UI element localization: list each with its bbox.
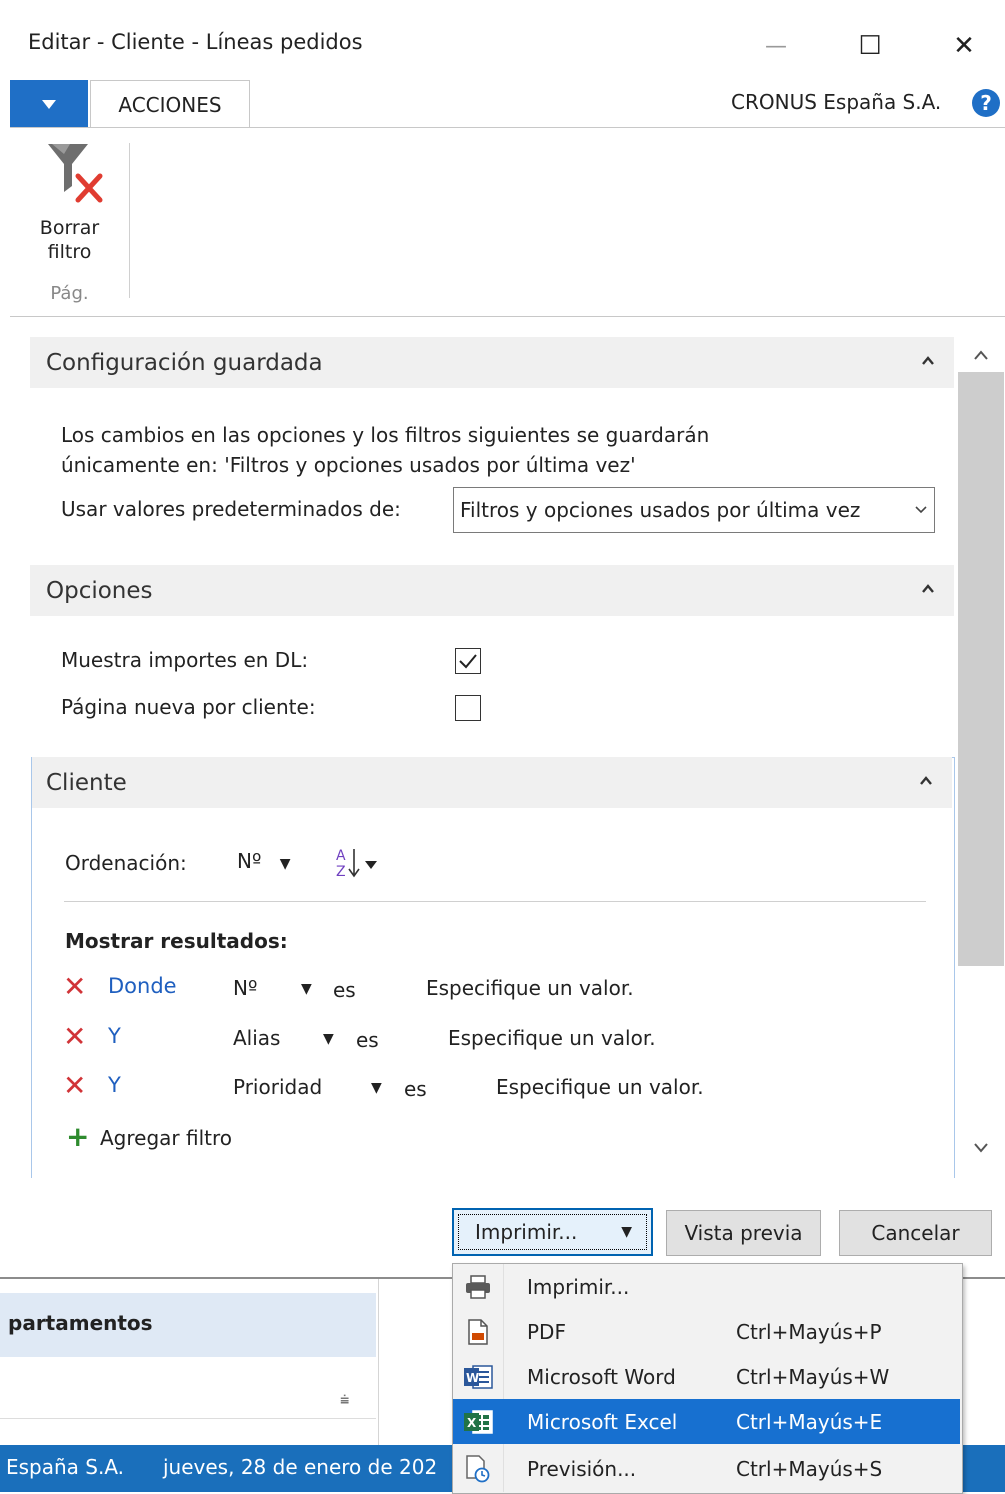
defaults-select-value: Filtros y opciones usados por última vez (460, 498, 861, 522)
filter-operator: es (404, 1077, 427, 1101)
section-saved-config[interactable]: Configuración guardada (30, 337, 954, 388)
add-icon[interactable]: + (66, 1120, 89, 1153)
show-results-label: Mostrar resultados: (65, 929, 288, 953)
preview-button[interactable]: Vista previa (666, 1210, 821, 1256)
filter-conjunction-link[interactable]: Y (108, 1073, 121, 1097)
sort-ascending-icon[interactable]: A Z (334, 845, 384, 881)
new-page-label: Página nueva por cliente: (61, 695, 316, 719)
menu-item-excel[interactable]: X Microsoft Excel Ctrl+Mayús+E (453, 1399, 960, 1444)
remove-filter-icon[interactable]: ✕ (63, 1069, 86, 1102)
caret-down-icon[interactable]: ▼ (323, 1031, 334, 1047)
section-title: Cliente (46, 769, 127, 796)
svg-text:A: A (336, 848, 346, 864)
menu-item-label: Imprimir... (527, 1274, 630, 1299)
scroll-up-icon[interactable] (971, 347, 991, 363)
company-name: CRONUS España S.A. (731, 90, 942, 114)
sort-field-select[interactable]: Nº ▼ (237, 849, 291, 873)
menu-item-shortcut: Ctrl+Mayús+S (736, 1456, 883, 1481)
remove-filter-icon[interactable]: ✕ (63, 970, 86, 1003)
collapse-icon[interactable] (918, 773, 934, 789)
svg-text:W: W (466, 1371, 479, 1385)
window-title: Editar - Cliente - Líneas pedidos (28, 30, 363, 54)
section-options[interactable]: Opciones (30, 565, 954, 616)
caret-down-icon (42, 99, 56, 109)
menu-item-label: PDF (527, 1319, 566, 1344)
svg-text:X: X (467, 1416, 477, 1430)
print-button[interactable]: Imprimir... ▼ (452, 1208, 653, 1256)
cancel-button[interactable]: Cancelar (839, 1210, 992, 1256)
filter-icon[interactable]: ⩧ (340, 1390, 349, 1410)
collapse-icon[interactable] (920, 581, 936, 597)
section-title: Configuración guardada (46, 349, 323, 376)
scrollbar-thumb[interactable] (958, 372, 1004, 966)
menu-item-print[interactable]: Imprimir... (453, 1264, 960, 1309)
help-icon[interactable]: ? (972, 89, 1000, 117)
divider (64, 901, 926, 902)
filter-field[interactable]: Nº (233, 976, 257, 1000)
filter-value-input[interactable]: Especifique un valor. (448, 1026, 656, 1050)
checkmark-icon (459, 654, 477, 669)
show-amounts-label: Muestra importes en DL: (61, 648, 309, 672)
caret-down-icon: ▼ (621, 1224, 632, 1240)
filter-operator: es (333, 978, 356, 1002)
ribbon-separator (129, 143, 130, 298)
filter-field[interactable]: Prioridad (233, 1075, 322, 1099)
filter-value-input[interactable]: Especifique un valor. (426, 976, 634, 1000)
menu-item-label: Previsión... (527, 1456, 637, 1481)
background-list-title: partamentos (8, 1311, 153, 1335)
chevron-down-icon (915, 506, 927, 514)
schedule-icon (453, 1446, 503, 1491)
ribbon-group-label: Pág. (50, 283, 89, 304)
menu-item-label: Microsoft Excel (527, 1409, 678, 1434)
clear-filter-icon (47, 144, 102, 203)
cliente-section-frame (31, 757, 955, 1178)
filter-operator: es (356, 1028, 379, 1052)
minimize-button[interactable]: — (756, 26, 796, 66)
ribbon-menu-button[interactable] (10, 80, 88, 128)
status-company: España S.A. (6, 1455, 125, 1479)
close-button[interactable]: ✕ (944, 26, 984, 66)
menu-item-word[interactable]: W Microsoft Word Ctrl+Mayús+W (453, 1354, 960, 1399)
menu-item-shortcut: Ctrl+Mayús+E (736, 1409, 883, 1434)
menu-item-label: Microsoft Word (527, 1364, 676, 1389)
new-page-checkbox[interactable] (455, 695, 481, 721)
ribbon-body (10, 127, 1005, 317)
filter-value-input[interactable]: Especifique un valor. (496, 1075, 704, 1099)
word-icon: W (453, 1354, 503, 1399)
status-date: jueves, 28 de enero de 202 (163, 1455, 438, 1479)
svg-text:Z: Z (336, 864, 346, 880)
filter-field[interactable]: Alias (233, 1026, 280, 1050)
remove-filter-icon[interactable]: ✕ (63, 1020, 86, 1053)
caret-down-icon: ▼ (279, 856, 291, 872)
saved-config-info-line2: únicamente en: 'Filtros y opciones usado… (61, 453, 636, 477)
sort-label: Ordenación: (65, 851, 187, 875)
collapse-icon[interactable] (920, 353, 936, 369)
caret-down-icon[interactable]: ▼ (301, 981, 312, 997)
excel-icon: X (453, 1399, 503, 1444)
defaults-label: Usar valores predeterminados de: (61, 497, 401, 521)
menu-item-schedule[interactable]: Previsión... Ctrl+Mayús+S (453, 1446, 960, 1491)
maximize-button[interactable]: ☐ (850, 26, 890, 66)
caret-down-icon[interactable]: ▼ (371, 1080, 382, 1096)
defaults-select[interactable]: Filtros y opciones usados por última vez (453, 487, 935, 533)
background-list-row (0, 1358, 376, 1419)
scroll-down-icon[interactable] (971, 1140, 991, 1156)
tab-acciones[interactable]: ACCIONES (90, 80, 250, 128)
filter-conjunction-link[interactable]: Y (108, 1024, 121, 1048)
section-title: Opciones (46, 577, 153, 604)
clear-filter-label: Borrar filtro (39, 217, 100, 263)
print-button-label: Imprimir... (475, 1220, 578, 1244)
pdf-icon (453, 1309, 503, 1354)
section-cliente[interactable]: Cliente (32, 757, 952, 808)
menu-item-pdf[interactable]: PDF Ctrl+Mayús+P (453, 1309, 960, 1354)
saved-config-info-line1: Los cambios en las opciones y los filtro… (61, 423, 710, 447)
filter-conjunction-link[interactable]: Donde (108, 974, 177, 998)
show-amounts-checkbox[interactable] (455, 648, 481, 674)
menu-item-shortcut: Ctrl+Mayús+P (736, 1319, 882, 1344)
add-filter-link[interactable]: Agregar filtro (100, 1126, 232, 1150)
printer-icon (453, 1264, 503, 1309)
menu-item-shortcut: Ctrl+Mayús+W (736, 1364, 890, 1389)
